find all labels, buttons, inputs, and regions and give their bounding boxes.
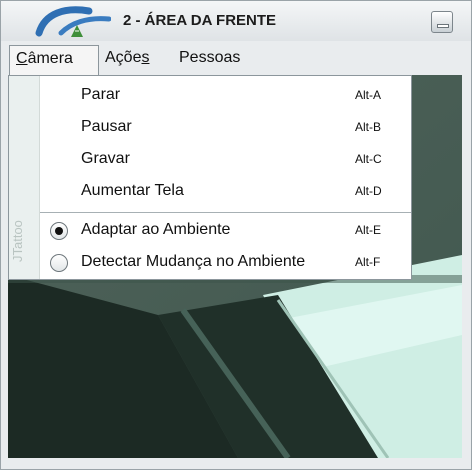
menu-item-accelerator: Alt-A — [355, 88, 382, 102]
menu-item-gravar[interactable]: Gravar Alt-C — [40, 144, 411, 176]
menu-pessoas-label: Pessoas — [179, 49, 241, 66]
menu-item-accelerator: Alt-D — [355, 184, 382, 198]
menu-item-label: Parar — [81, 86, 121, 103]
menu-item-label: Detectar Mudança no Ambiente — [81, 253, 306, 270]
menu-item-label: Adaptar ao Ambiente — [81, 221, 231, 238]
menu-item-pausar[interactable]: Pausar Alt-B — [40, 112, 411, 144]
menu-camera-mnemonic: C — [16, 50, 28, 67]
radio-dot-icon — [55, 227, 63, 235]
menu-pessoas[interactable]: Pessoas — [173, 45, 246, 71]
menu-item-adaptar-ao-ambiente[interactable]: Adaptar ao Ambiente Alt-E — [40, 215, 411, 247]
minimize-icon — [437, 24, 449, 28]
menu-acoes[interactable]: Ações — [99, 45, 155, 71]
menu-item-parar[interactable]: Parar Alt-A — [40, 80, 411, 112]
menu-gutter: JTattoo — [9, 76, 40, 279]
app-logo-icon — [35, 6, 111, 37]
menu-camera[interactable]: Câmera — [9, 45, 99, 76]
menu-item-accelerator: Alt-C — [355, 152, 382, 166]
menu-item-label: Gravar — [81, 150, 130, 167]
minimize-button[interactable] — [431, 11, 453, 33]
menu-item-label: Aumentar Tela — [81, 182, 184, 199]
menu-bar: Câmera Ações Pessoas — [1, 41, 471, 76]
menu-item-accelerator: Alt-F — [355, 255, 381, 269]
radio-unselected-icon[interactable] — [50, 254, 68, 272]
menu-acoes-mnemonic: s — [141, 49, 150, 66]
menu-gutter-label: JTattoo — [10, 220, 25, 262]
title-bar[interactable]: 2 - ÁREA DA FRENTE — [1, 1, 471, 41]
camera-window: 2 - ÁREA DA FRENTE Câmera Ações Pessoas — [0, 0, 472, 470]
menu-item-accelerator: Alt-E — [355, 223, 382, 237]
menu-item-detectar-mudanca[interactable]: Detectar Mudança no Ambiente Alt-F — [40, 247, 411, 279]
menu-item-aumentar-tela[interactable]: Aumentar Tela Alt-D — [40, 176, 411, 208]
menu-camera-label: âmera — [27, 50, 73, 67]
camera-menu-popup: JTattoo Parar Alt-A Pausar Alt-B Gravar … — [8, 75, 412, 280]
menu-item-label: Pausar — [81, 118, 132, 135]
menu-acoes-label: Açõe — [105, 49, 142, 66]
radio-selected-icon[interactable] — [50, 222, 68, 240]
menu-separator — [40, 212, 411, 213]
window-title: 2 - ÁREA DA FRENTE — [123, 12, 277, 29]
menu-item-accelerator: Alt-B — [355, 120, 382, 134]
